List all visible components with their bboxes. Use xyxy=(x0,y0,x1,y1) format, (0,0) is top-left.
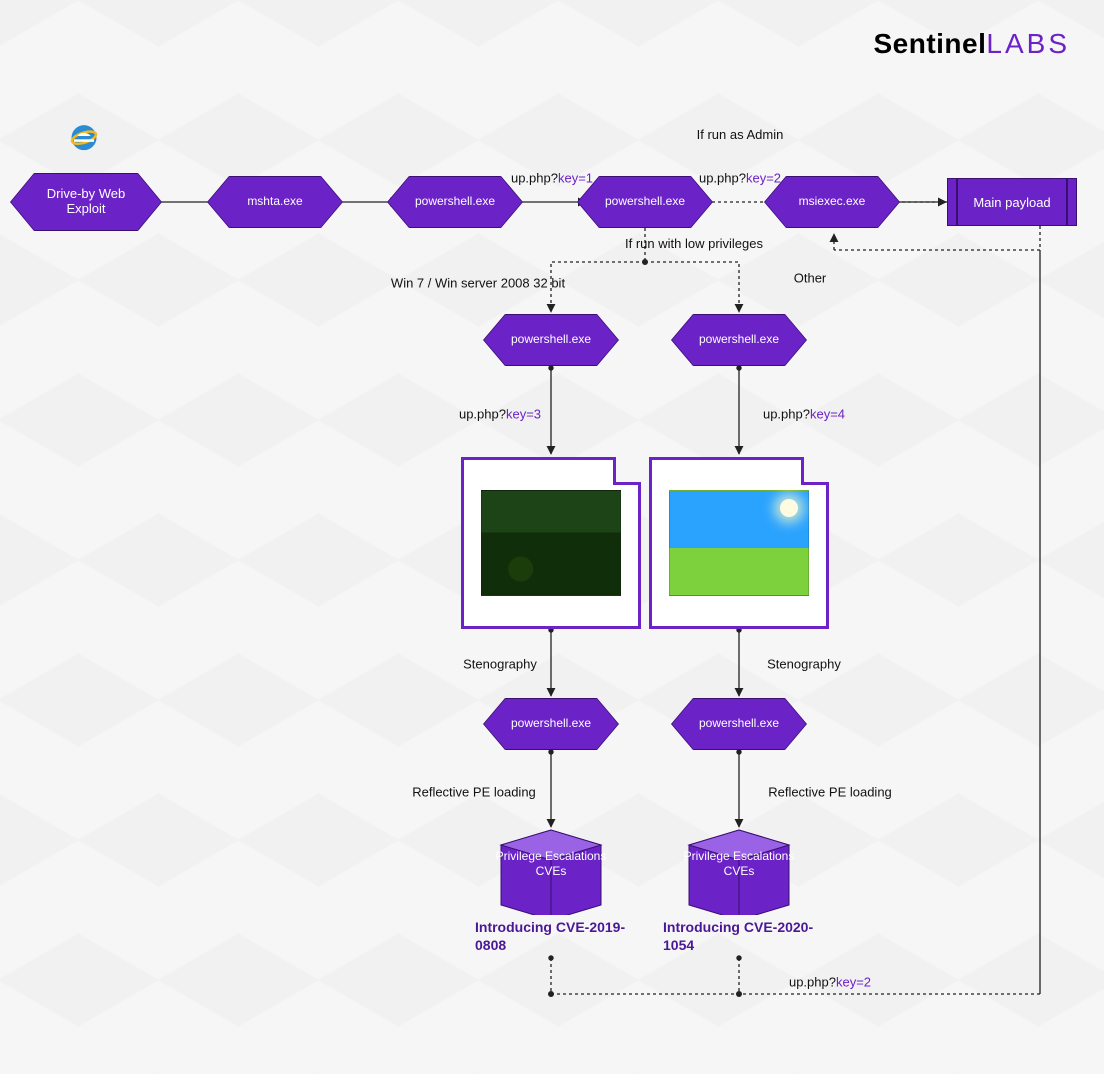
label-key1: up.php?key=1 xyxy=(511,171,593,186)
node-entry: Drive-by Web Exploit xyxy=(34,173,138,231)
node-main-payload: Main payload xyxy=(947,178,1077,226)
cube-left: Privilege Escalations CVEs xyxy=(489,825,613,915)
cube-right: Privilege Escalations CVEs xyxy=(677,825,801,915)
label-reflective-left: Reflective PE loading xyxy=(412,785,536,800)
node-ps-right2: powershell.exe xyxy=(693,698,785,750)
node-ps1: powershell.exe xyxy=(409,176,501,228)
node-entry-label: Drive-by Web Exploit xyxy=(39,187,133,217)
cube-right-label: Privilege Escalations CVEs xyxy=(677,849,801,879)
node-main-payload-label: Main payload xyxy=(973,195,1050,210)
doc-fold-icon xyxy=(613,457,641,485)
logo-word-2: LABS xyxy=(986,28,1070,59)
caption-cve-right: Introducing CVE-2020-1054 xyxy=(663,918,833,954)
doc-fold-icon xyxy=(801,457,829,485)
label-steno-left: Stenography xyxy=(463,657,537,672)
node-ps-left-label: powershell.exe xyxy=(511,333,591,347)
node-msiexec: msiexec.exe xyxy=(786,176,878,228)
node-ps2-label: powershell.exe xyxy=(605,195,685,209)
label-steno-right: Stenography xyxy=(767,657,841,672)
node-ps-left2-label: powershell.exe xyxy=(511,717,591,731)
node-ps1-label: powershell.exe xyxy=(415,195,495,209)
node-ps-left2: powershell.exe xyxy=(505,698,597,750)
cube-left-label: Privilege Escalations CVEs xyxy=(489,849,613,879)
label-if-admin: If run as Admin xyxy=(697,127,784,143)
logo-word-1: Sentinel xyxy=(873,28,986,59)
label-win7: Win 7 / Win server 2008 32 bit xyxy=(391,276,565,293)
doc-left-image xyxy=(481,490,621,596)
node-msiexec-label: msiexec.exe xyxy=(799,195,866,209)
doc-left xyxy=(461,457,641,629)
label-key4: up.php?key=4 xyxy=(763,407,845,422)
node-mshta-label: mshta.exe xyxy=(247,195,302,209)
label-key2-bottom: up.php?key=2 xyxy=(789,975,871,990)
node-ps-right: powershell.exe xyxy=(693,314,785,366)
doc-right-image xyxy=(669,490,809,596)
logo: SentinelLABS xyxy=(873,28,1070,60)
label-key3: up.php?key=3 xyxy=(459,407,541,422)
caption-cve-left: Introducing CVE-2019-0808 xyxy=(475,918,645,954)
node-ps-left: powershell.exe xyxy=(505,314,597,366)
node-ps-right2-label: powershell.exe xyxy=(699,717,779,731)
doc-right xyxy=(649,457,829,629)
label-key2-top: up.php?key=2 xyxy=(699,171,781,186)
node-ps-right-label: powershell.exe xyxy=(699,333,779,347)
label-reflective-right: Reflective PE loading xyxy=(768,785,892,800)
label-if-lowpriv: If run with low privileges xyxy=(625,236,763,252)
ie-icon xyxy=(64,116,104,156)
node-ps2: powershell.exe xyxy=(599,176,691,228)
label-other: Other xyxy=(794,271,827,286)
node-mshta: mshta.exe xyxy=(229,176,321,228)
